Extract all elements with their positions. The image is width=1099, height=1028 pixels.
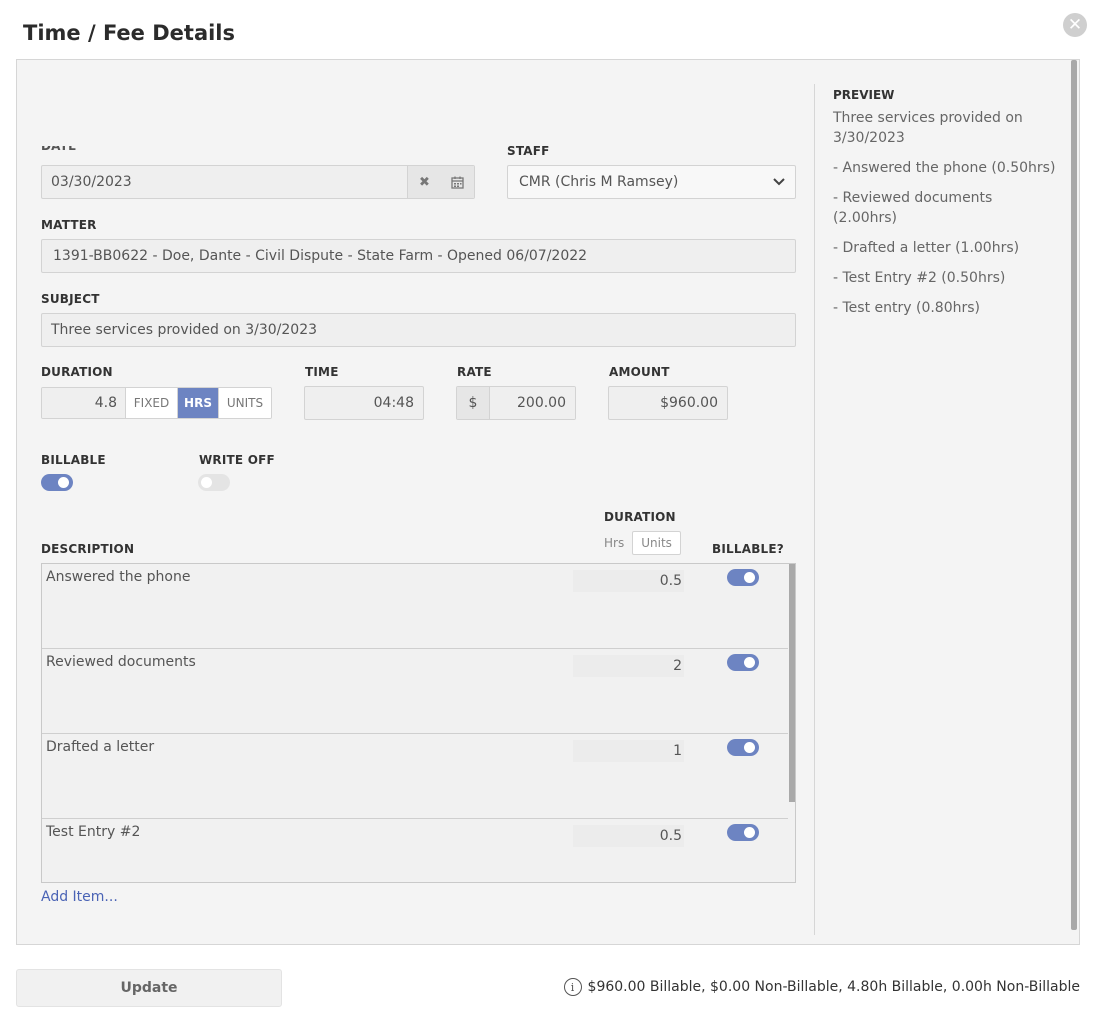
write-off-label: WRITE OFF — [199, 453, 275, 467]
description-header: DESCRIPTION — [41, 542, 135, 556]
matter-label: MATTER — [41, 218, 97, 232]
rate-input[interactable]: 200.00 — [490, 387, 575, 419]
item-description-input[interactable]: Test Entry #2 — [46, 824, 140, 840]
billable-header: BILLABLE? — [712, 542, 784, 556]
duration-mode-fixed[interactable]: FIXED — [126, 388, 178, 418]
matter-value: 1391-BB0622 - Doe, Dante - Civil Dispute… — [53, 248, 588, 264]
preview-line: - Reviewed documents (2.00hrs) — [833, 190, 993, 226]
subject-label: SUBJECT — [41, 292, 100, 306]
rate-group: $ 200.00 — [456, 386, 576, 420]
matter-field[interactable]: 1391-BB0622 - Doe, Dante - Civil Dispute… — [41, 239, 796, 273]
list-item: Answered the phone 0.5 — [42, 564, 788, 649]
list-item: Drafted a letter 1 — [42, 734, 788, 819]
item-billable-toggle[interactable] — [727, 739, 759, 756]
date-field[interactable]: 03/30/2023 ✖ — [41, 165, 475, 199]
list-item: Reviewed documents 2 — [42, 649, 788, 734]
billable-toggle[interactable] — [41, 474, 73, 491]
item-billable-toggle[interactable] — [727, 569, 759, 586]
preview-subject: Three services provided on 3/30/2023 — [833, 110, 1023, 146]
info-icon: i — [563, 978, 582, 996]
staff-value: CMR (Chris M Ramsey) — [519, 174, 679, 190]
preview-line: - Test Entry #2 (0.50hrs) — [833, 270, 1006, 286]
staff-label: STAFF — [507, 144, 550, 158]
item-description-input[interactable]: Answered the phone — [46, 569, 190, 585]
subject-input[interactable]: Three services provided on 3/30/2023 — [41, 313, 796, 347]
item-duration-input[interactable]: 1 — [573, 740, 684, 762]
time-value: 04:48 — [373, 395, 414, 411]
items-duration-header: DURATION — [604, 510, 676, 524]
panel-scrollbar[interactable] — [1071, 60, 1077, 930]
dialog-title: Time / Fee Details — [23, 21, 236, 45]
list-item: Test Entry #2 0.5 — [42, 819, 788, 882]
preview-divider — [814, 84, 815, 935]
time-label: TIME — [305, 365, 339, 379]
items-scrollbar[interactable] — [789, 564, 795, 802]
item-billable-toggle[interactable] — [727, 824, 759, 841]
chevron-down-icon[interactable] — [763, 175, 795, 190]
item-duration-input[interactable]: 0.5 — [573, 825, 684, 847]
preview-line: - Answered the phone (0.50hrs) — [833, 160, 1056, 176]
preview-line: - Test entry (0.80hrs) — [833, 300, 981, 316]
amount-value: $960.00 — [660, 395, 718, 411]
subject-value: Three services provided on 3/30/2023 — [51, 322, 318, 338]
write-off-toggle[interactable] — [198, 474, 230, 491]
date-value: 03/30/2023 — [51, 174, 132, 190]
rate-label: RATE — [457, 365, 492, 379]
staff-select[interactable]: CMR (Chris M Ramsey) — [507, 165, 796, 199]
calendar-icon[interactable] — [441, 166, 474, 198]
date-label: DATE — [41, 146, 77, 153]
item-duration-input[interactable]: 0.5 — [573, 570, 684, 592]
duration-mode-units[interactable]: UNITS — [219, 388, 271, 418]
duration-input[interactable]: 4.8 — [42, 388, 126, 418]
clear-date-icon[interactable]: ✖ — [408, 166, 441, 198]
item-duration-input[interactable]: 2 — [573, 655, 684, 677]
billing-summary: i $960.00 Billable, $0.00 Non-Billable, … — [563, 978, 1080, 996]
duration-label: DURATION — [41, 365, 113, 379]
unit-units-option[interactable]: Units — [632, 531, 681, 555]
preview-title: PREVIEW — [833, 88, 895, 102]
unit-hrs-option[interactable]: Hrs — [596, 531, 632, 555]
update-button[interactable]: Update — [16, 969, 282, 1007]
preview-panel: PREVIEW Three services provided on 3/30/… — [833, 85, 1058, 328]
item-billable-toggle[interactable] — [727, 654, 759, 671]
close-icon[interactable]: ✕ — [1063, 13, 1087, 37]
item-description-input[interactable]: Drafted a letter — [46, 739, 154, 755]
time-field[interactable]: 04:48 — [304, 386, 424, 420]
add-item-link[interactable]: Add Item... — [41, 889, 118, 905]
item-description-input[interactable]: Reviewed documents — [46, 654, 196, 670]
currency-symbol: $ — [457, 387, 490, 419]
amount-label: AMOUNT — [609, 365, 670, 379]
amount-field: $960.00 — [608, 386, 728, 420]
duration-unit-toggle: Hrs Units — [596, 531, 681, 555]
duration-group: 4.8 FIXED HRS UNITS — [41, 387, 272, 419]
summary-text: $960.00 Billable, $0.00 Non-Billable, 4.… — [587, 979, 1080, 995]
preview-line: - Drafted a letter (1.00hrs) — [833, 240, 1020, 256]
billable-label: BILLABLE — [41, 453, 106, 467]
duration-mode-hrs[interactable]: HRS — [178, 388, 219, 418]
items-list: Answered the phone 0.5 Reviewed document… — [41, 563, 796, 883]
